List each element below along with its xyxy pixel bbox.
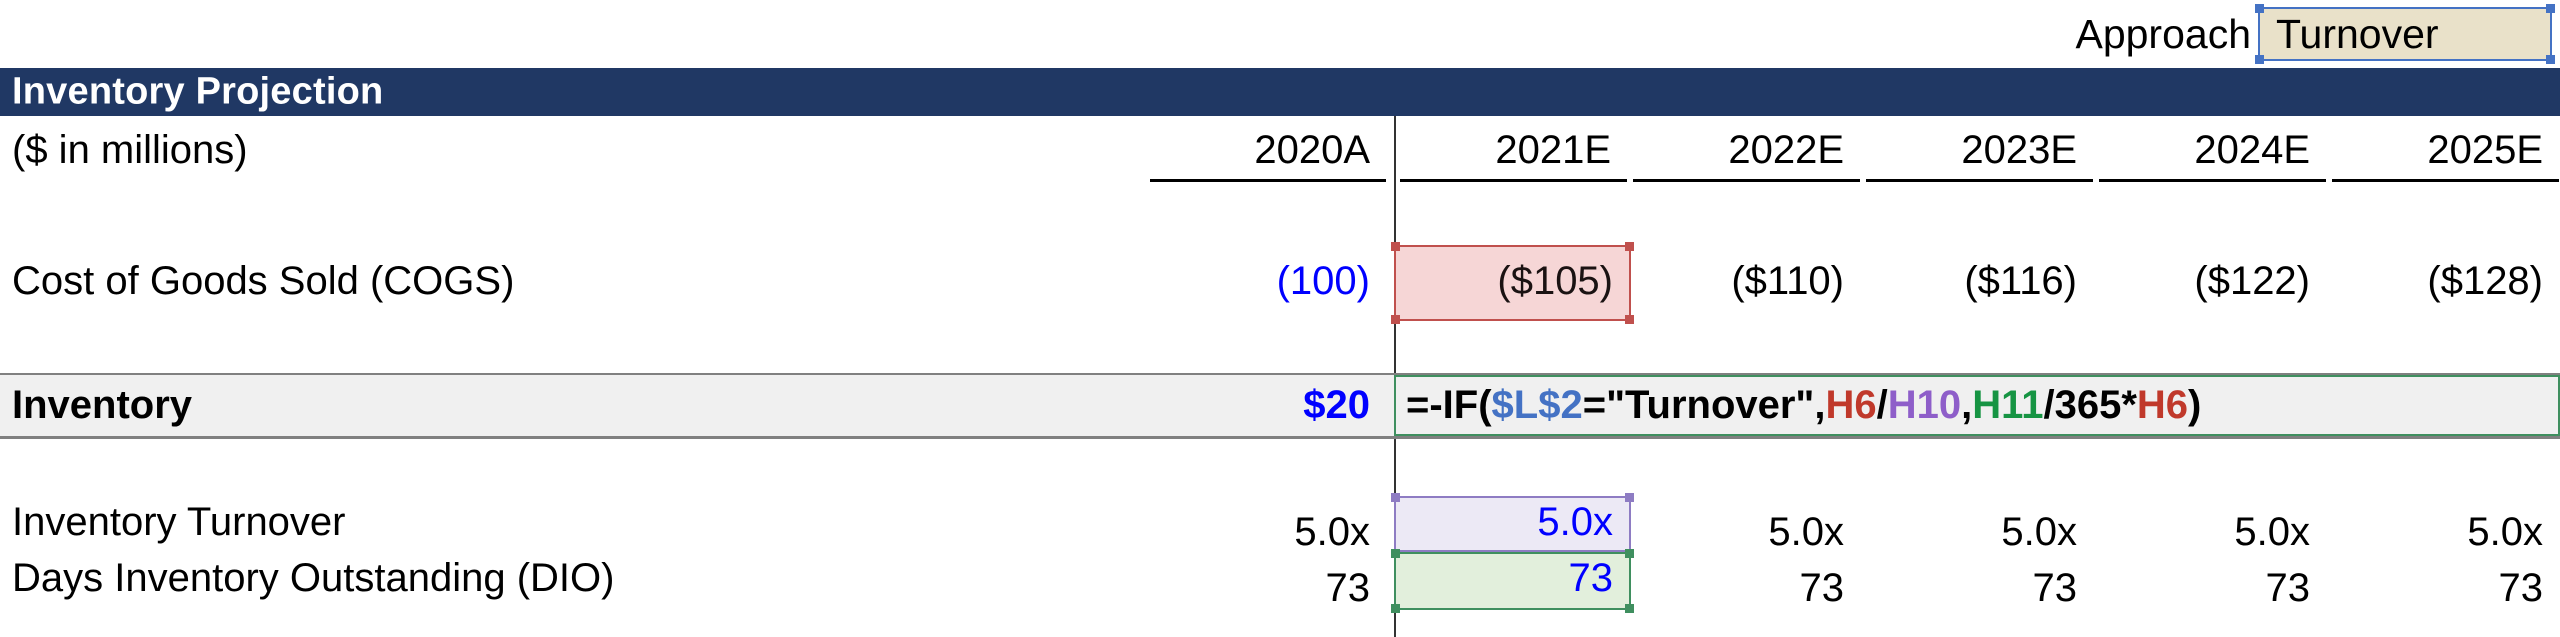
trace-handle-bottom-right [1625, 315, 1634, 324]
trace-handle-bottom-left [1391, 604, 1400, 613]
cogs-value-2021e-text: ($105) [1497, 259, 1613, 303]
trace-handle-bottom-left [1391, 315, 1400, 324]
cogs-value-2021e-cell[interactable]: ($105) [1391, 242, 1634, 324]
formula-token-red: H6 [1825, 383, 1877, 427]
cogs-value-2022e[interactable]: ($110) [1633, 259, 1860, 304]
cogs-value-2025e[interactable]: ($128) [2332, 259, 2559, 304]
dio-value-2020a[interactable]: 73 [1150, 566, 1386, 611]
table-row-inventory-turnover: Inventory Turnover 5.0x 5.0x 5.0x 5.0x 5… [0, 493, 2560, 555]
column-header-2023e: 2023E [1866, 128, 2093, 182]
approach-label: Approach [2075, 11, 2251, 57]
dio-value-2024e[interactable]: 73 [2099, 566, 2326, 611]
column-header-2021e: 2021E [1400, 128, 1627, 182]
turnover-value-2021e-text: 5.0x [1537, 500, 1613, 544]
formula-token-black: / [1876, 383, 1888, 427]
row-label-inventory: Inventory [12, 383, 193, 427]
turnover-value-2023e[interactable]: 5.0x [1866, 510, 2093, 555]
table-row-dio: Days Inventory Outstanding (DIO) 73 73 7… [0, 549, 2560, 613]
page-title: Inventory Projection [12, 70, 384, 113]
selection-handle-bottom-right [2546, 55, 2555, 64]
trace-handle-top-left [1391, 493, 1400, 502]
row-label-dio: Days Inventory Outstanding (DIO) [12, 556, 615, 600]
row-label-inventory-turnover: Inventory Turnover [12, 500, 346, 544]
formula-token-red: H6 [2136, 383, 2189, 427]
turnover-value-2025e[interactable]: 5.0x [2332, 510, 2559, 555]
trace-handle-top-left [1391, 242, 1400, 251]
approach-value-text: Turnover [2276, 10, 2439, 57]
column-header-row: ($ in millions) 2020A 2021E 2022E 2023E … [0, 120, 2560, 182]
inventory-formula-cell[interactable]: =-IF($L$2="Turnover",H6/H10,H11/365*H6) [1394, 375, 2560, 436]
formula-token-black: ) [2188, 383, 2202, 427]
dio-value-2021e-cell[interactable]: 73 [1391, 549, 1634, 613]
formula-text: =-IF($L$2="Turnover",H6/H10,H11/365*H6) [1406, 383, 2201, 428]
formula-token-black: ="Turnover", [1582, 383, 1826, 427]
dio-value-2023e[interactable]: 73 [1866, 566, 2093, 611]
dio-value-2021e-text: 73 [1568, 556, 1614, 600]
dio-value-2025e[interactable]: 73 [2332, 566, 2559, 611]
table-row-cogs: Cost of Goods Sold (COGS) (100) ($105) (… [0, 242, 2560, 324]
turnover-value-2020a[interactable]: 5.0x [1150, 510, 1386, 555]
trace-handle-top-right [1625, 493, 1634, 502]
section-title-bar: Inventory Projection [0, 68, 2560, 116]
formula-token-green: H11 [1972, 383, 2044, 427]
column-header-2025e: 2025E [2332, 128, 2559, 182]
formula-token-black: =-IF( [1406, 383, 1492, 427]
selection-handle-bottom-left [2255, 55, 2264, 64]
cogs-value-2024e[interactable]: ($122) [2099, 259, 2326, 304]
inventory-value-2020a[interactable]: $20 [1150, 383, 1386, 428]
column-header-2024e: 2024E [2099, 128, 2326, 182]
trace-handle-top-right [1625, 549, 1634, 558]
spreadsheet-canvas: Approach Turnover Inventory Projection (… [0, 0, 2560, 637]
cogs-value-2023e[interactable]: ($116) [1866, 259, 2093, 304]
cogs-value-2020a[interactable]: (100) [1150, 259, 1386, 304]
approach-selector-row: Approach Turnover [0, 0, 2560, 68]
units-label: ($ in millions) [12, 128, 248, 172]
trace-handle-top-left [1391, 549, 1400, 558]
turnover-value-2021e-cell[interactable]: 5.0x [1391, 493, 1634, 552]
selection-handle-top-left [2255, 4, 2264, 13]
column-header-2020a: 2020A [1150, 128, 1386, 182]
formula-token-blue: $L$2 [1491, 383, 1583, 427]
approach-input-cell[interactable]: Turnover [2255, 4, 2555, 64]
column-header-2022e: 2022E [1633, 128, 1860, 182]
turnover-value-2024e[interactable]: 5.0x [2099, 510, 2326, 555]
trace-handle-top-right [1625, 242, 1634, 251]
formula-token-black: , [1961, 383, 1973, 427]
formula-token-purple: H10 [1887, 383, 1962, 427]
dio-value-2022e[interactable]: 73 [1633, 566, 1860, 611]
selection-handle-top-right [2546, 4, 2555, 13]
row-label-cogs: Cost of Goods Sold (COGS) [12, 259, 515, 303]
turnover-value-2022e[interactable]: 5.0x [1633, 510, 1860, 555]
formula-token-black: /365* [2043, 383, 2137, 427]
